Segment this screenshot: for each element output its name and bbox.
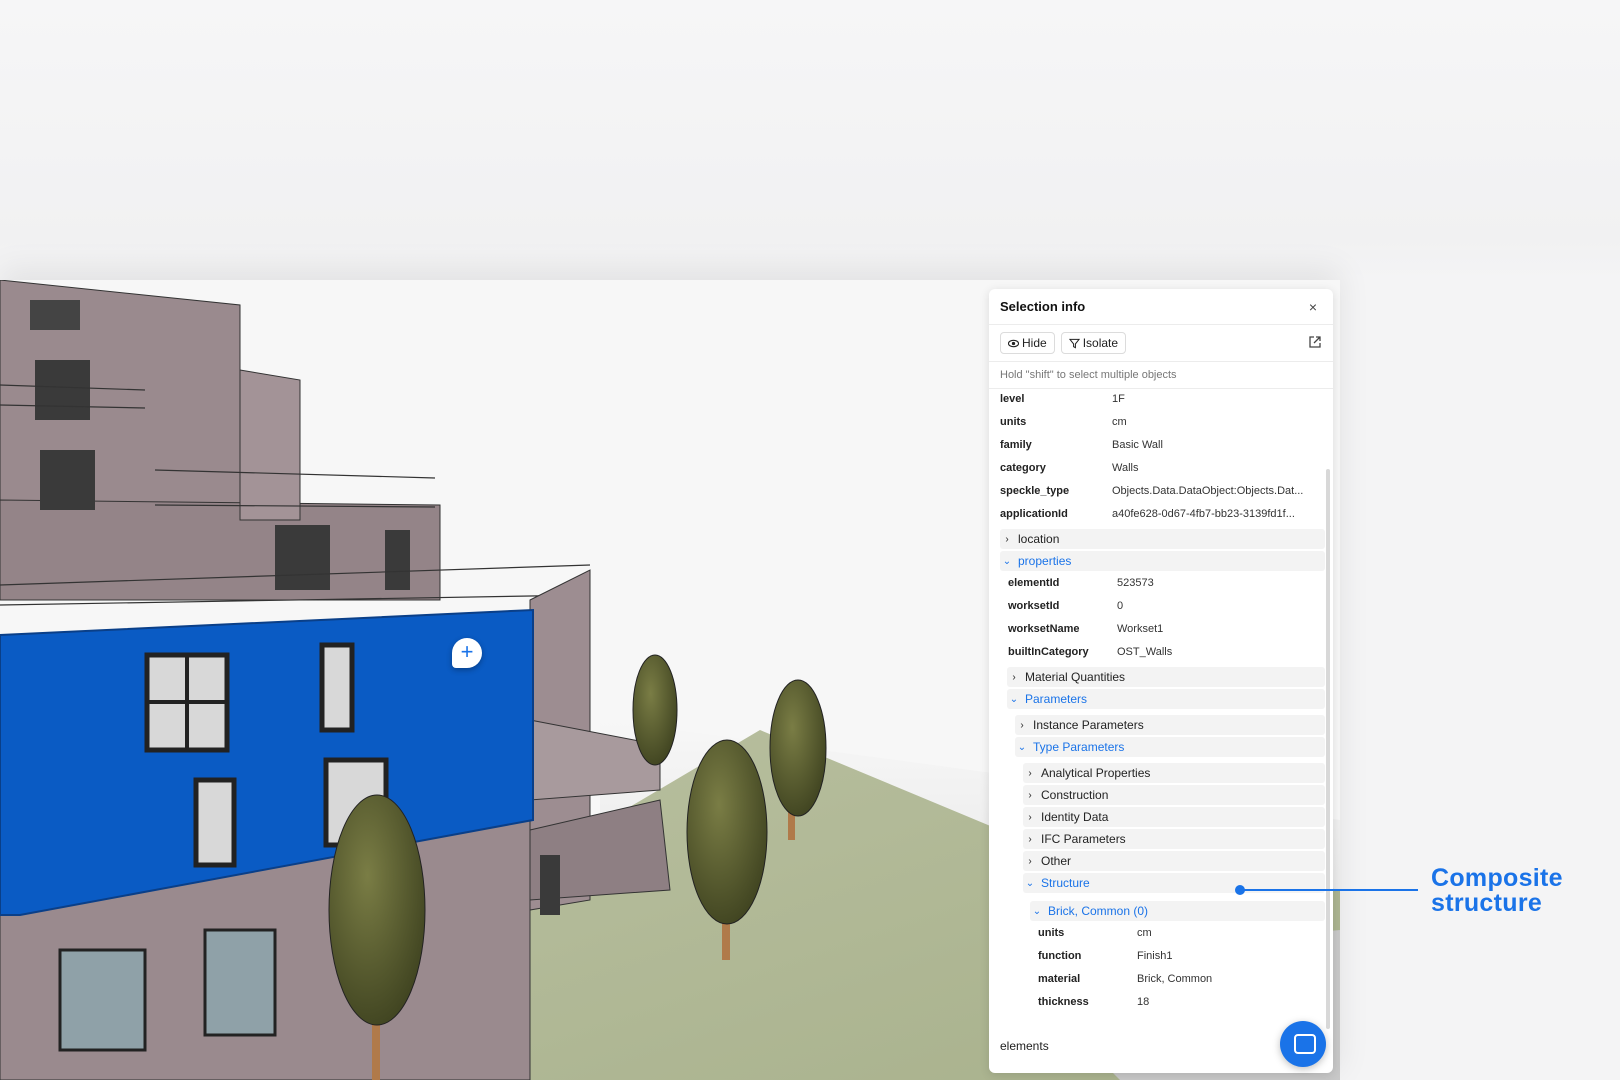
properties-tree[interactable]: level 1F units cm family Basic Wall category Wa…	[989, 389, 1333, 1073]
close-icon[interactable]: ×	[1304, 299, 1322, 315]
property-value: 523573	[1117, 577, 1154, 589]
isolate-button[interactable]: Isolate	[1060, 332, 1127, 354]
window	[203, 928, 277, 1037]
hide-label: Hide	[1022, 336, 1047, 350]
property-value: OST_Walls	[1117, 646, 1173, 658]
add-comment-pin[interactable]: +	[452, 638, 482, 668]
property-value: Workset1	[1117, 623, 1164, 635]
property-row: level 1F	[989, 389, 1333, 412]
chevron-right-icon: ›	[1028, 789, 1032, 801]
window	[58, 948, 147, 1052]
group-label: Construction	[1041, 788, 1109, 802]
chevron-right-icon: ›	[1028, 811, 1032, 823]
chevron-right-icon: ›	[1028, 833, 1032, 845]
eye-icon	[1008, 339, 1019, 347]
property-value: 1F	[1112, 393, 1125, 405]
property-value: Basic Wall	[1112, 439, 1163, 451]
property-row: worksetId 0	[989, 596, 1333, 619]
elements-label: elements	[1000, 1039, 1049, 1053]
panel-header: Selection info ×	[989, 289, 1333, 325]
group-instance-parameters[interactable]: › Instance Parameters	[1015, 715, 1325, 735]
group-label: Other	[1041, 854, 1072, 868]
group-type-parameter[interactable]: › Analytical Properties	[1023, 763, 1325, 783]
property-value: 0	[1117, 600, 1124, 612]
isolate-label: Isolate	[1082, 336, 1119, 350]
group-properties[interactable]: ⌄ properties	[1000, 551, 1325, 571]
property-key: thickness	[1038, 996, 1089, 1008]
window	[275, 525, 330, 590]
property-row: category Walls	[989, 458, 1333, 481]
property-value: cm	[1112, 416, 1127, 428]
group-label: Identity Data	[1041, 810, 1109, 824]
chevron-right-icon: ›	[1028, 855, 1032, 867]
property-value: Objects.Data.DataObject:Objects.Dat...	[1112, 485, 1304, 497]
property-value: Finish1	[1137, 950, 1173, 962]
panel-title: Selection info	[1000, 299, 1086, 314]
property-key: material	[1038, 973, 1081, 985]
property-key: worksetId	[1008, 600, 1060, 612]
selection-info-panel: Selection info × Hide Isolate Hold "shif…	[989, 289, 1333, 1073]
window	[40, 450, 95, 510]
panel-toolbar: Hide Isolate	[989, 325, 1333, 362]
hide-button[interactable]: Hide	[1000, 332, 1055, 354]
property-key: speckle_type	[1000, 485, 1070, 497]
group-type-parameter[interactable]: › Identity Data	[1023, 807, 1325, 827]
property-key: builtInCategory	[1008, 646, 1089, 658]
property-value: cm	[1137, 927, 1152, 939]
property-row: builtInCategory OST_Walls	[989, 642, 1333, 665]
property-key: function	[1038, 950, 1082, 962]
group-label: Analytical Properties	[1041, 766, 1151, 780]
callout-label: Composite structure	[1431, 864, 1563, 917]
scrollbar[interactable]	[1326, 469, 1330, 1029]
property-value: 18	[1137, 996, 1150, 1008]
property-row: speckle_type Objects.Data.DataObject:Obje…	[989, 481, 1333, 504]
property-row: family Basic Wall	[989, 435, 1333, 458]
window	[193, 777, 237, 868]
filter-icon	[1068, 338, 1080, 348]
group-brick-common[interactable]: ⌄ Brick, Common (0)	[1030, 901, 1325, 921]
property-row: elementId 523573	[989, 573, 1333, 596]
property-key: level	[1000, 393, 1025, 405]
window	[319, 642, 355, 733]
window	[30, 300, 80, 330]
property-key: worksetName	[1008, 623, 1080, 635]
middle-block	[0, 499, 441, 601]
upper-side	[239, 369, 301, 521]
plus-icon: +	[460, 639, 474, 664]
group-type-parameter[interactable]: › IFC Parameters	[1023, 829, 1325, 849]
property-value: Brick, Common	[1137, 973, 1213, 985]
group-type-parameter[interactable]: › Construction	[1023, 785, 1325, 805]
chat-button[interactable]	[1280, 1021, 1326, 1067]
window	[540, 855, 560, 915]
window	[35, 360, 90, 420]
property-row: function Finish1	[989, 946, 1333, 969]
group-type-parameter[interactable]: › Other	[1023, 851, 1325, 871]
group-location[interactable]: › location	[1000, 529, 1325, 549]
group-material-quantities[interactable]: › Material Quantities	[1007, 667, 1325, 687]
property-row: material Brick, Common	[989, 969, 1333, 992]
property-row: applicationId a40fe628-0d67-4fb7-bb23-313…	[989, 504, 1333, 527]
window	[385, 530, 410, 590]
property-value: Walls	[1112, 462, 1139, 474]
property-key: applicationId	[1000, 508, 1068, 520]
group-type-parameters[interactable]: ⌄ Type Parameters	[1015, 737, 1325, 757]
group-label: IFC Parameters	[1041, 832, 1126, 846]
chevron-right-icon: ›	[1028, 767, 1032, 779]
group-parameters[interactable]: ⌄ Parameters	[1007, 689, 1325, 709]
property-key: category	[1000, 462, 1046, 474]
property-key: units	[1038, 927, 1065, 939]
property-key: elementId	[1008, 577, 1060, 589]
property-row: units cm	[989, 412, 1333, 435]
chat-icon	[1294, 1034, 1316, 1054]
property-key: family	[1000, 439, 1032, 451]
property-row: worksetName Workset1	[989, 619, 1333, 642]
property-row: units cm	[989, 923, 1333, 946]
callout-line	[1240, 889, 1418, 891]
property-row: thickness 18	[989, 992, 1333, 1015]
external-link-icon[interactable]	[1308, 335, 1322, 352]
property-value: a40fe628-0d67-4fb7-bb23-3139fd1f...	[1112, 508, 1295, 520]
callout-dot	[1235, 885, 1245, 895]
selection-hint: Hold "shift" to select multiple objects	[989, 362, 1333, 389]
property-key: units	[1000, 416, 1027, 428]
